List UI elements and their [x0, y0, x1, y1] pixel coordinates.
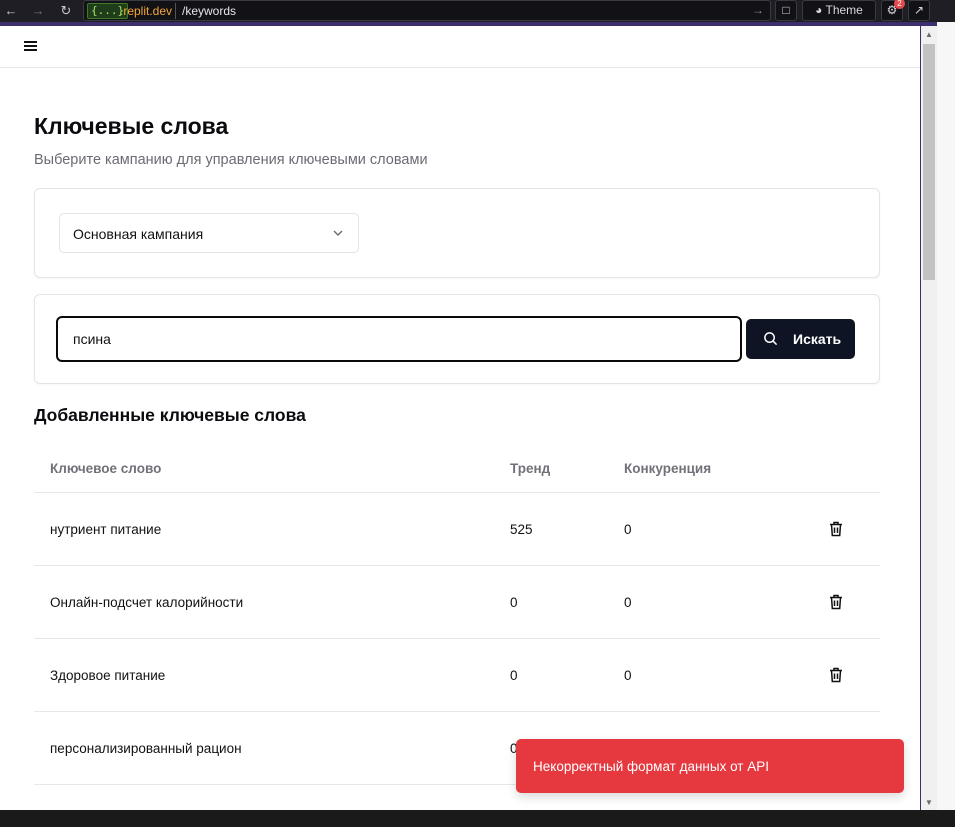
section-title: Добавленные ключевые слова [34, 405, 306, 425]
forward-arrow-icon[interactable]: → [29, 2, 47, 20]
column-header-keyword: Ключевое слово [50, 461, 162, 476]
domain-text: .replit.dev [120, 4, 173, 18]
scroll-up-icon[interactable]: ▲ [924, 30, 934, 39]
open-external-icon[interactable]: ↗ [908, 0, 930, 21]
toast-message: Некорректный формат данных от API [533, 759, 769, 774]
keyword-search-input[interactable] [56, 316, 742, 362]
theme-label: Theme [825, 3, 863, 17]
trend-cell: 0 [510, 595, 518, 610]
competition-cell: 0 [624, 668, 632, 683]
campaign-select[interactable]: Основная кампания [59, 213, 359, 253]
trash-icon[interactable] [829, 667, 843, 683]
trash-icon[interactable] [829, 594, 843, 610]
theme-button[interactable]: ◕ Theme [802, 0, 876, 21]
competition-cell: 0 [624, 522, 632, 537]
column-header-competition: Конкуренция [624, 461, 712, 476]
table-divider [34, 565, 880, 566]
trend-cell: 525 [510, 522, 533, 537]
app-header [0, 26, 920, 68]
address-bar[interactable]: {...} .replit.dev /keywords → [83, 0, 771, 21]
competition-cell: 0 [624, 595, 632, 610]
menu-icon[interactable] [24, 41, 37, 51]
table-divider [34, 638, 880, 639]
trend-cell: 0 [510, 668, 518, 683]
scroll-down-icon[interactable]: ▼ [924, 798, 934, 807]
search-icon [764, 332, 778, 346]
column-header-trend: Тренд [510, 461, 551, 476]
browser-toolbar: ← → ↻ {...} .replit.dev /keywords → □ ◕ … [0, 0, 955, 22]
table-divider [34, 711, 880, 712]
tools-button[interactable]: ⚙ 2 [881, 0, 905, 21]
devtools-icon[interactable]: □ [775, 0, 797, 21]
keyword-cell: Онлайн-подсчет калорийности [50, 595, 244, 610]
table-divider [34, 492, 880, 493]
keyword-cell: Здоровое питание [50, 668, 166, 683]
page-scrollbar[interactable]: ▲ ▼ [921, 26, 937, 810]
page-subtitle: Выберите кампанию для управления ключевы… [34, 152, 428, 168]
keyword-cell: нутриент питание [50, 522, 162, 537]
reload-icon[interactable]: ↻ [57, 2, 75, 20]
error-toast[interactable]: Некорректный формат данных от API [516, 739, 904, 793]
url-path: /keywords [182, 4, 237, 18]
frame-bottom [0, 810, 955, 827]
keyword-cell: персонализированный рацион [50, 741, 242, 756]
palette-icon: ◕ [815, 3, 823, 17]
page-title: Ключевые слова [34, 113, 229, 139]
search-button[interactable]: Искать [746, 319, 855, 359]
chevron-down-icon [333, 230, 343, 236]
frame-edge [937, 22, 955, 827]
trash-icon[interactable] [829, 521, 843, 537]
go-arrow-icon[interactable]: → [752, 3, 764, 17]
search-button-label: Искать [793, 331, 842, 347]
back-arrow-icon[interactable]: ← [2, 2, 20, 20]
url-divider [175, 3, 176, 19]
campaign-select-value: Основная кампания [73, 226, 204, 242]
notification-badge: 2 [894, 0, 905, 9]
scrollbar-thumb[interactable] [923, 44, 935, 280]
